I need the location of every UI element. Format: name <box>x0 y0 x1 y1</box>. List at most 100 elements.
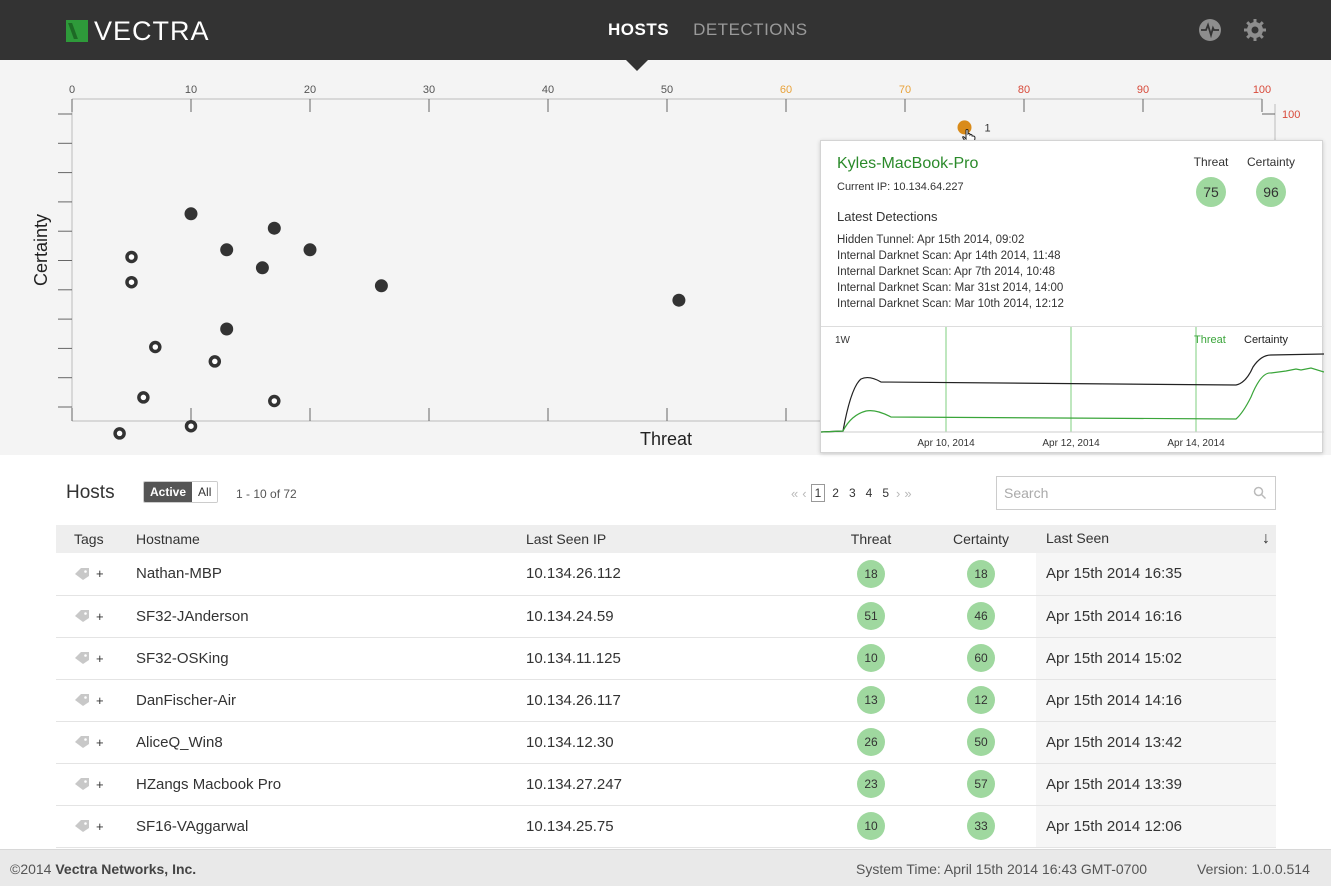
column-header-last-seen-ip[interactable]: Last Seen IP <box>526 525 816 553</box>
table-row[interactable]: + SF32-OSKing 10.134.11.125 10 60 Apr 15th 20… <box>56 637 1276 680</box>
gear-icon[interactable] <box>1243 18 1267 42</box>
active-all-filter: Active All <box>143 481 219 503</box>
column-header-certainty[interactable]: Certainty <box>926 525 1036 553</box>
last-seen-ip-cell: 10.134.11.125 <box>526 637 816 680</box>
x-tick-label: 70 <box>899 84 911 96</box>
table-row[interactable]: + AliceQ_Win8 10.134.12.30 26 50 Apr 15th 201… <box>56 721 1276 764</box>
hostname-cell[interactable]: Nathan-MBP <box>136 553 526 596</box>
host-point-hollow[interactable] <box>208 355 222 368</box>
column-header-last-seen[interactable]: Last Seen ↓ <box>1036 525 1276 553</box>
tag-icon[interactable] <box>74 819 90 833</box>
next-page-button[interactable]: › <box>896 486 900 501</box>
detection-item[interactable]: Internal Darknet Scan: Mar 10th 2014, 12… <box>837 296 1064 312</box>
page-5-button[interactable]: 5 <box>879 485 892 501</box>
last-seen-cell: Apr 15th 2014 13:39 <box>1036 763 1276 806</box>
tag-icon[interactable] <box>74 651 90 665</box>
tag-icon[interactable] <box>74 735 90 749</box>
host-point-filled[interactable] <box>220 322 234 336</box>
search-icon[interactable] <box>1253 486 1267 500</box>
add-tag-button[interactable]: + <box>96 735 104 750</box>
host-point-hollow[interactable] <box>137 391 150 404</box>
table-row[interactable]: + HZangs Macbook Pro 10.134.27.247 23 57 Apr … <box>56 763 1276 806</box>
vectra-logo-mark-icon <box>66 20 88 42</box>
tag-icon[interactable] <box>74 567 90 581</box>
add-tag-button[interactable]: + <box>96 566 104 581</box>
table-row[interactable]: + SF16-VAggarwal 10.134.25.75 10 33 Apr 15th … <box>56 805 1276 848</box>
hostname-cell[interactable]: SF32-JAnderson <box>136 595 526 638</box>
certainty-cell: 33 <box>926 805 1036 848</box>
host-point-filled[interactable] <box>672 293 686 307</box>
host-point-filled[interactable] <box>267 221 281 235</box>
host-point-filled[interactable] <box>220 243 234 257</box>
hosts-table: Tags Hostname Last Seen IP Threat Certai… <box>56 525 1276 848</box>
host-point-count-label: 1 <box>985 122 991 134</box>
hostname-cell[interactable]: SF16-VAggarwal <box>136 805 526 848</box>
popup-hostname[interactable]: Kyles-MacBook-Pro <box>837 155 978 173</box>
add-tag-button[interactable]: + <box>96 819 104 834</box>
page-2-button[interactable]: 2 <box>829 485 842 501</box>
detection-item[interactable]: Internal Darknet Scan: Mar 31st 2014, 14… <box>837 280 1064 296</box>
add-tag-button[interactable]: + <box>96 777 104 792</box>
heartbeat-icon[interactable] <box>1198 18 1222 42</box>
table-row[interactable]: + SF32-JAnderson 10.134.24.59 51 46 Apr 15th … <box>56 595 1276 638</box>
host-point-filled[interactable] <box>303 243 317 257</box>
host-point-hollow[interactable] <box>184 419 198 433</box>
tab-hosts[interactable]: HOSTS <box>608 20 669 40</box>
host-point-filled[interactable] <box>184 207 198 221</box>
vectra-logo[interactable]: VECTRA <box>66 16 210 46</box>
page-3-button[interactable]: 3 <box>846 485 859 501</box>
hosts-section-title: Hosts <box>66 482 115 503</box>
certainty-score-badge: 50 <box>967 728 995 756</box>
host-point-filled[interactable] <box>255 261 269 275</box>
last-seen-ip-cell: 10.134.27.247 <box>526 763 816 806</box>
certainty-cell: 50 <box>926 721 1036 764</box>
column-header-threat[interactable]: Threat <box>816 525 926 553</box>
sort-descending-icon[interactable]: ↓ <box>1262 530 1270 548</box>
threat-cell: 26 <box>816 721 926 764</box>
threat-score-badge: 18 <box>857 559 885 588</box>
first-page-button[interactable]: « <box>791 486 798 501</box>
hostname-cell[interactable]: SF32-OSKing <box>136 637 526 680</box>
add-tag-button[interactable]: + <box>96 693 104 708</box>
filter-all-button[interactable]: All <box>192 482 218 502</box>
prev-page-button[interactable]: ‹ <box>802 486 806 501</box>
column-header-hostname[interactable]: Hostname <box>136 525 526 553</box>
table-row[interactable]: + Nathan-MBP 10.134.26.112 18 18 Apr 15th 201… <box>56 553 1276 596</box>
tags-cell: + <box>56 553 136 596</box>
add-tag-button[interactable]: + <box>96 609 104 624</box>
table-row[interactable]: + DanFischer-Air 10.134.26.117 13 12 Apr 15th… <box>56 679 1276 722</box>
search-input[interactable] <box>996 476 1276 510</box>
detection-item[interactable]: Internal Darknet Scan: Apr 14th 2014, 11… <box>837 248 1064 264</box>
host-point-hollow[interactable] <box>113 427 126 440</box>
detection-item[interactable]: Internal Darknet Scan: Apr 7th 2014, 10:… <box>837 264 1064 280</box>
filter-active-button[interactable]: Active <box>144 482 193 502</box>
tag-icon[interactable] <box>74 609 90 623</box>
last-seen-cell: Apr 15th 2014 14:16 <box>1036 679 1276 722</box>
timeline-range-label[interactable]: 1W <box>835 335 851 346</box>
last-page-button[interactable]: » <box>904 486 911 501</box>
certainty-score-badge: 60 <box>967 644 995 672</box>
host-point-filled[interactable] <box>374 279 388 293</box>
page-4-button[interactable]: 4 <box>863 485 876 501</box>
x-tick-label: 90 <box>1137 84 1149 96</box>
host-point-hollow[interactable] <box>268 394 281 408</box>
active-tab-caret <box>626 60 648 71</box>
threat-score-badge: 13 <box>857 686 885 714</box>
tags-cell: + <box>56 679 136 722</box>
x-tick-label: 50 <box>661 84 673 96</box>
add-tag-button[interactable]: + <box>96 651 104 666</box>
page-1-button[interactable]: 1 <box>810 484 826 502</box>
tab-detections[interactable]: DETECTIONS <box>693 20 808 40</box>
tag-icon[interactable] <box>74 693 90 707</box>
host-point-hollow[interactable] <box>125 275 138 289</box>
tags-cell: + <box>56 763 136 806</box>
detection-item[interactable]: Hidden Tunnel: Apr 15th 2014, 09:02 <box>837 232 1064 248</box>
pagination: « ‹ 1 2 3 4 5 › » <box>791 484 912 502</box>
host-point-hollow[interactable] <box>149 340 162 354</box>
tag-icon[interactable] <box>74 777 90 791</box>
hostname-cell[interactable]: DanFischer-Air <box>136 679 526 722</box>
x-axis-label: Threat <box>640 429 692 449</box>
hostname-cell[interactable]: AliceQ_Win8 <box>136 721 526 764</box>
host-point-hollow[interactable] <box>125 250 138 264</box>
hostname-cell[interactable]: HZangs Macbook Pro <box>136 763 526 806</box>
